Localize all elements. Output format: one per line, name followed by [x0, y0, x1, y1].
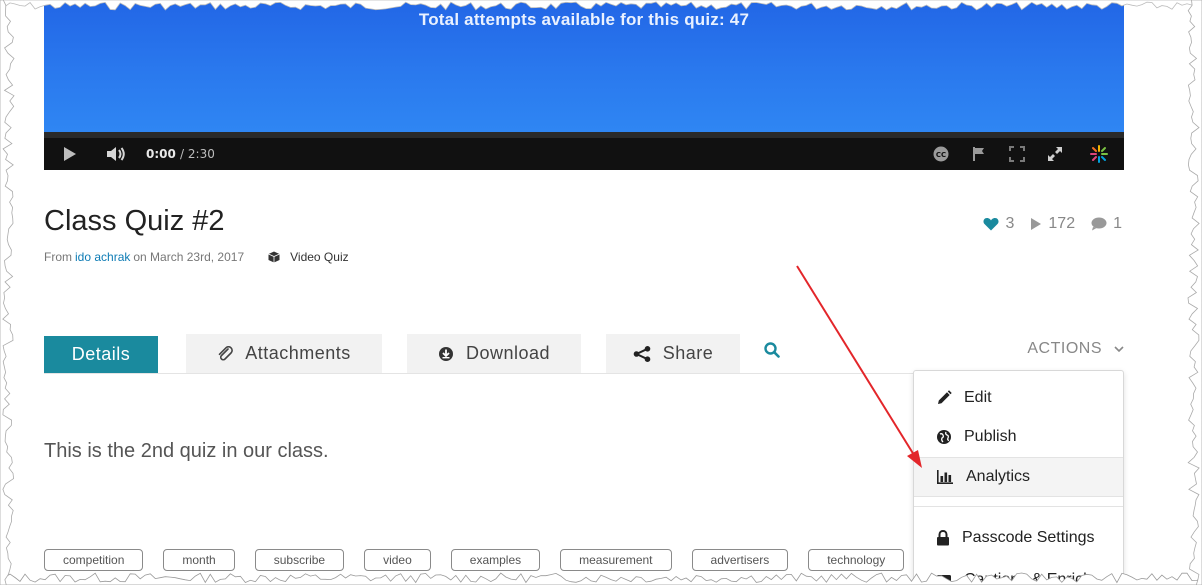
- chevron-down-icon: [1114, 345, 1124, 352]
- action-publish[interactable]: Publish: [914, 418, 1123, 456]
- expand-icon: [1009, 146, 1025, 162]
- entry-date: on March 23rd, 2017: [133, 250, 245, 264]
- play-count-icon: [1031, 218, 1042, 230]
- from-prefix: From: [44, 250, 72, 264]
- current-time: 0:00: [146, 147, 176, 161]
- action-captions-enrich[interactable]: Captions & Enrich: [914, 561, 1123, 585]
- tab-attachments-label: Attachments: [245, 343, 351, 363]
- globe-icon: [937, 430, 951, 444]
- action-captions-label: Captions & Enrich: [964, 571, 1093, 585]
- tag-video[interactable]: video: [364, 549, 431, 571]
- flag-icon: [973, 147, 984, 161]
- play-icon: [64, 147, 76, 161]
- plays-count: 172: [1048, 215, 1076, 232]
- action-analytics[interactable]: Analytics: [914, 457, 1123, 497]
- closed-captions-icon: CC: [933, 146, 949, 162]
- tab-details[interactable]: Details: [44, 336, 158, 373]
- player-controls: 0:00 / 2:30 CC: [44, 138, 1124, 170]
- comments-stat[interactable]: 1: [1091, 215, 1122, 233]
- theater-button[interactable]: [998, 138, 1036, 170]
- heart-icon: [983, 218, 1000, 231]
- action-analytics-label: Analytics: [966, 468, 1031, 485]
- action-passcode-settings[interactable]: Passcode Settings: [914, 519, 1123, 557]
- action-edit[interactable]: Edit: [914, 379, 1123, 417]
- tag-advertisers[interactable]: advertisers: [691, 549, 789, 571]
- search-icon: [764, 342, 780, 358]
- torn-edge-right: [1180, 0, 1202, 585]
- video-screen[interactable]: Total attempts available for this quiz: …: [44, 0, 1124, 132]
- entry-type-label: Video Quiz: [290, 250, 349, 264]
- actions-menu-toggle[interactable]: ACTIONS: [1027, 340, 1124, 358]
- action-passcode-label: Passcode Settings: [962, 529, 1095, 546]
- flag-button[interactable]: [960, 138, 998, 170]
- comment-icon: [1091, 217, 1107, 231]
- tag-technology[interactable]: technology: [808, 549, 905, 571]
- page-title: Class Quiz #2: [44, 205, 225, 237]
- tag-subscribe[interactable]: subscribe: [254, 549, 345, 571]
- search-button[interactable]: [764, 342, 780, 363]
- entry-type: Video Quiz: [268, 250, 349, 264]
- fullscreen-icon: [1048, 147, 1062, 161]
- action-edit-label: Edit: [964, 389, 992, 406]
- cube-icon: [268, 251, 280, 263]
- torn-edge-left: [0, 0, 22, 585]
- kaltura-logo-icon: [1090, 145, 1108, 163]
- paperclip-icon: [218, 345, 234, 361]
- svg-text:CC: CC: [936, 151, 946, 159]
- tab-download-label: Download: [465, 343, 551, 363]
- tag-examples[interactable]: examples: [450, 549, 541, 571]
- plays-stat: 172: [1030, 215, 1075, 233]
- tag-competition[interactable]: competition: [44, 549, 144, 571]
- duration: / 2:30: [180, 147, 215, 161]
- tab-share[interactable]: Share: [606, 334, 740, 373]
- kaltura-logo-button[interactable]: [1074, 138, 1124, 170]
- bar-chart-icon: [937, 470, 953, 484]
- tag-list: competition month subscribe video examples me…: [44, 549, 924, 571]
- action-publish-label: Publish: [964, 428, 1017, 445]
- likes-stat[interactable]: 3: [983, 215, 1014, 233]
- actions-label: ACTIONS: [1027, 340, 1102, 357]
- video-player[interactable]: Total attempts available for this quiz: …: [44, 0, 1124, 170]
- captions-icon: [937, 575, 951, 585]
- tag-month[interactable]: month: [163, 549, 235, 571]
- captions-button[interactable]: CC: [922, 138, 960, 170]
- play-button[interactable]: [44, 138, 96, 170]
- tab-share-label: Share: [662, 343, 714, 363]
- entry-description: This is the 2nd quiz in our class.: [44, 440, 329, 462]
- lock-icon: [937, 530, 949, 546]
- tab-download[interactable]: Download: [407, 334, 581, 373]
- entry-stats: 3 172 1: [967, 215, 1122, 233]
- tab-attachments[interactable]: Attachments: [186, 334, 382, 373]
- fullscreen-button[interactable]: [1036, 138, 1074, 170]
- volume-icon: [107, 147, 125, 161]
- dropdown-separator: [914, 506, 1123, 507]
- comments-count: 1: [1113, 215, 1122, 232]
- tag-measurement[interactable]: measurement: [560, 549, 672, 571]
- likes-count: 3: [1005, 215, 1015, 232]
- actions-dropdown: Edit Publish Analytics Passcode Settings…: [913, 370, 1124, 585]
- tab-details-label: Details: [71, 344, 131, 364]
- download-icon: [438, 346, 453, 361]
- time-display: 0:00 / 2:30: [146, 147, 215, 161]
- volume-button[interactable]: [96, 138, 136, 170]
- author-link[interactable]: ido achrak: [75, 250, 130, 264]
- share-icon: [633, 345, 651, 362]
- entry-meta: From ido achrak on March 23rd, 2017 Vide…: [44, 250, 349, 264]
- attempts-overlay-text: Total attempts available for this quiz: …: [418, 10, 750, 29]
- entry-tabs: Details Attachments Download Share ACTIO…: [44, 334, 1124, 374]
- pencil-icon: [938, 390, 952, 404]
